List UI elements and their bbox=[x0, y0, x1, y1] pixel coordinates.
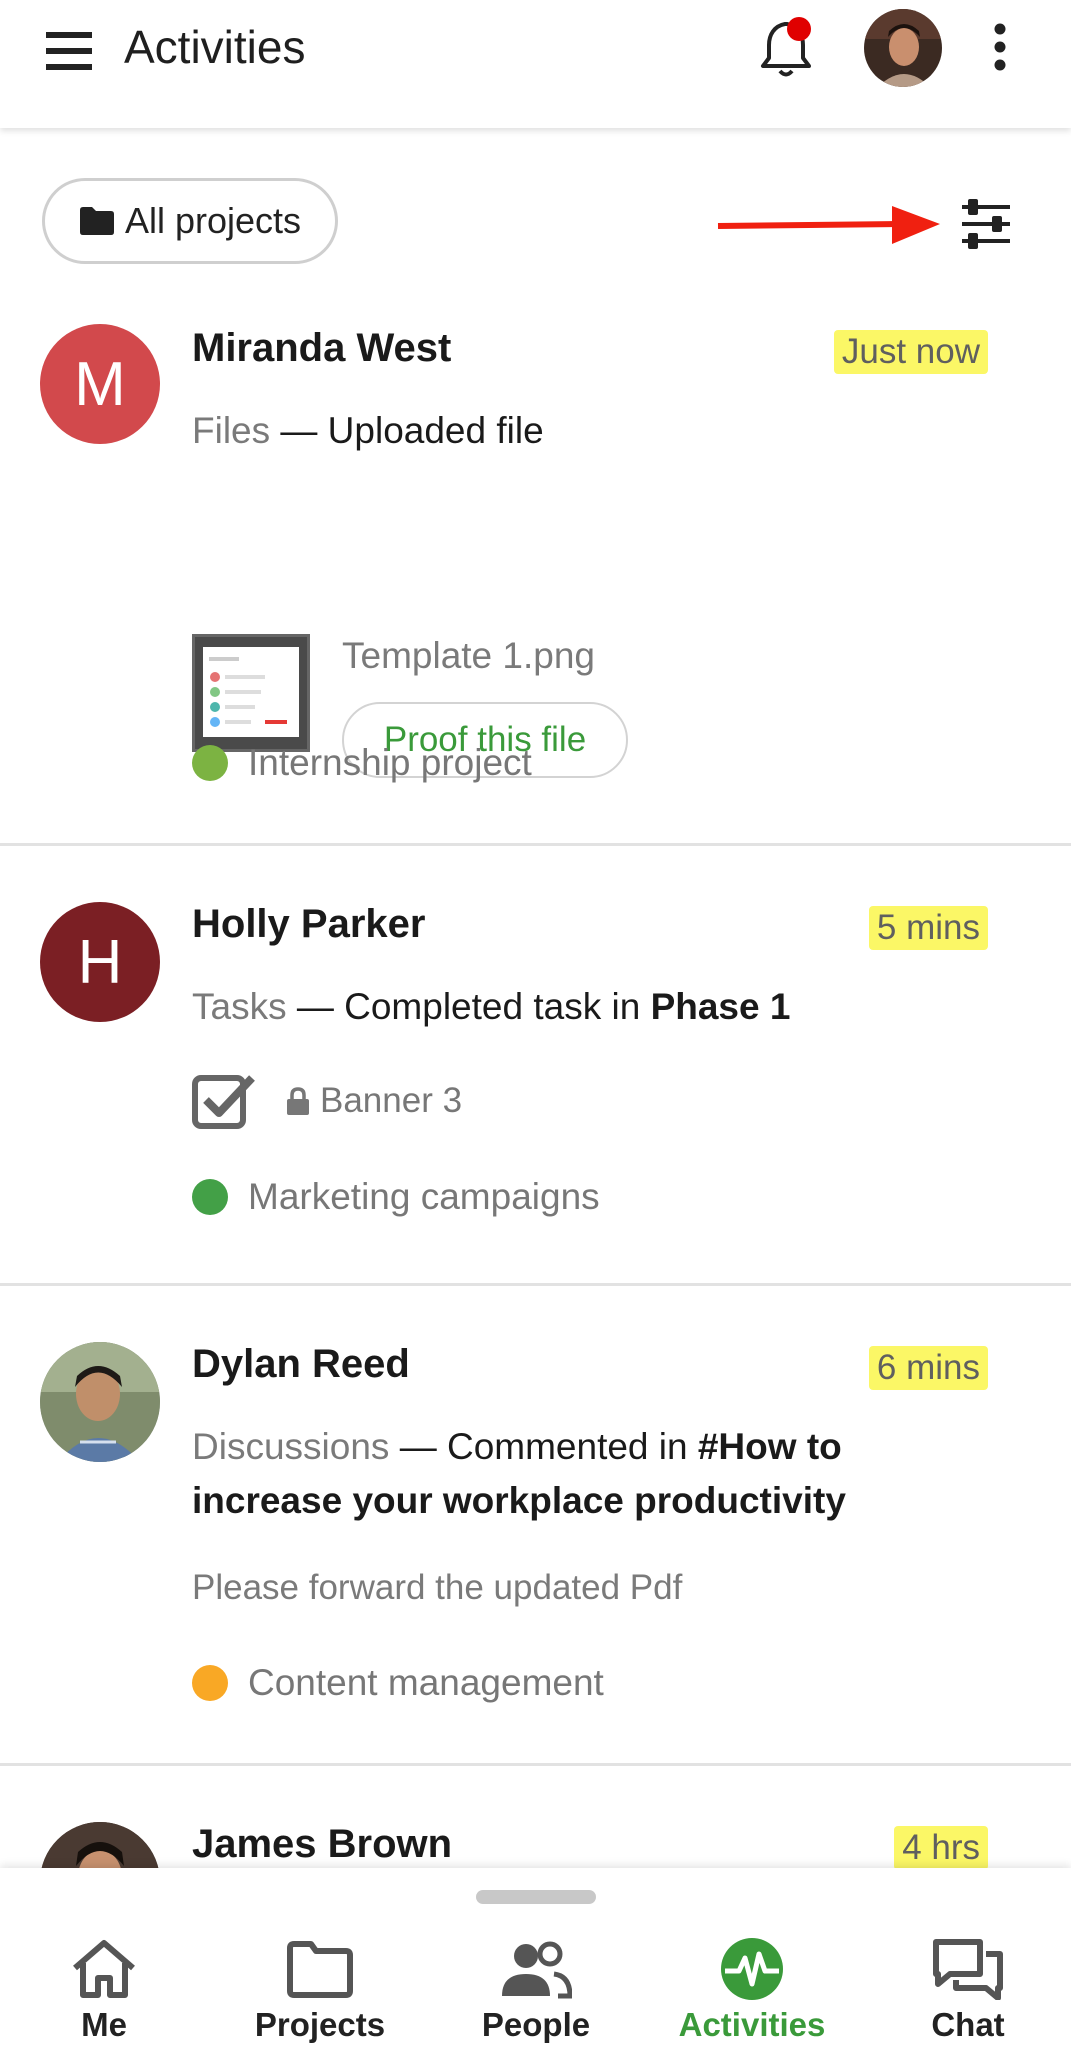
activity-description: Tasks — Completed task in Phase 1 bbox=[192, 980, 932, 1034]
user-name[interactable]: Miranda West bbox=[192, 326, 451, 371]
action-text: — Completed task in bbox=[296, 986, 641, 1027]
project-tag[interactable]: Internship project bbox=[192, 742, 532, 784]
nav-item-projects[interactable]: Projects bbox=[230, 1938, 410, 2044]
avatar-initial: H bbox=[77, 927, 123, 997]
more-options-icon[interactable] bbox=[988, 22, 1012, 72]
file-thumbnail[interactable] bbox=[192, 634, 310, 752]
action-text: — Uploaded file bbox=[280, 410, 544, 451]
checkbox-checked-icon bbox=[192, 1075, 255, 1129]
nav-item-chat[interactable]: Chat bbox=[878, 1938, 1058, 2044]
activity-card[interactable]: Dylan Reed 6 mins Discussions — Commente… bbox=[0, 1286, 1071, 1766]
project-color-dot bbox=[192, 1179, 228, 1215]
activity-card[interactable]: M Miranda West Just now Files — Uploaded… bbox=[0, 290, 1071, 846]
project-tag[interactable]: Content management bbox=[192, 1662, 604, 1704]
filter-row: All projects bbox=[0, 150, 1071, 270]
avatar bbox=[40, 1342, 160, 1462]
project-color-dot bbox=[192, 745, 228, 781]
user-name[interactable]: Dylan Reed bbox=[192, 1342, 410, 1387]
notification-bell-icon[interactable] bbox=[752, 10, 824, 82]
avatar: M bbox=[40, 324, 160, 444]
hamburger-menu-icon[interactable] bbox=[46, 30, 94, 72]
project-name: Marketing campaigns bbox=[248, 1176, 600, 1217]
red-arrow-annotation bbox=[717, 206, 940, 244]
nav-item-people[interactable]: People bbox=[446, 1938, 626, 2044]
activity-description: Discussions — Commented in #How to incre… bbox=[192, 1420, 932, 1528]
comment-text: Please forward the updated Pdf bbox=[192, 1568, 683, 1607]
module-name: Tasks bbox=[192, 986, 287, 1027]
task-list-name[interactable]: Phase 1 bbox=[651, 986, 791, 1027]
user-avatar[interactable] bbox=[864, 9, 942, 87]
activity-pulse-icon bbox=[721, 1938, 783, 2000]
nav-label: Projects bbox=[254, 2006, 386, 2043]
timestamp-badge: 5 mins bbox=[868, 906, 988, 950]
nav-item-activities[interactable]: Activities bbox=[662, 1938, 842, 2044]
module-name: Discussions bbox=[192, 1426, 390, 1467]
people-icon bbox=[502, 1941, 572, 1999]
project-name: Content management bbox=[248, 1662, 604, 1703]
timestamp-badge: 4 hrs bbox=[894, 1826, 988, 1870]
avatar-initial: M bbox=[74, 349, 126, 419]
timestamp-badge: Just now bbox=[833, 330, 988, 374]
module-name: Files bbox=[192, 410, 271, 451]
activity-card[interactable]: H Holly Parker 5 mins Tasks — Completed … bbox=[0, 846, 1071, 1286]
file-name[interactable]: Template 1.png bbox=[342, 635, 595, 677]
project-color-dot bbox=[192, 1665, 228, 1701]
user-name[interactable]: Holly Parker bbox=[192, 902, 425, 947]
folder-icon bbox=[79, 207, 114, 235]
lock-icon bbox=[287, 1087, 309, 1115]
app-bar: Activities bbox=[0, 0, 1071, 128]
project-name: Internship project bbox=[248, 742, 532, 783]
nav-label: Me bbox=[81, 2006, 127, 2043]
folder-icon bbox=[287, 1941, 353, 1998]
all-projects-button[interactable]: All projects bbox=[42, 178, 338, 264]
project-tag[interactable]: Marketing campaigns bbox=[192, 1176, 600, 1218]
page-title: Activities bbox=[124, 21, 306, 73]
all-projects-label: All projects bbox=[124, 200, 302, 241]
home-icon bbox=[73, 1940, 135, 1998]
nav-item-me[interactable]: Me bbox=[14, 1938, 194, 2044]
activity-description: Files — Uploaded file bbox=[192, 404, 932, 458]
task-item[interactable]: Banner 3 bbox=[192, 1072, 462, 1130]
timestamp-badge: 6 mins bbox=[868, 1346, 988, 1390]
chat-icon bbox=[933, 1939, 1003, 2000]
action-text: — Commented in bbox=[399, 1426, 688, 1467]
filter-sliders-icon[interactable] bbox=[958, 196, 1014, 252]
drag-handle[interactable] bbox=[476, 1890, 596, 1904]
avatar: H bbox=[40, 902, 160, 1022]
nav-label: People bbox=[481, 2006, 591, 2043]
nav-label: Activities bbox=[678, 2006, 826, 2043]
task-name: Banner 3 bbox=[320, 1081, 463, 1120]
nav-label: Chat bbox=[931, 2006, 1005, 2043]
user-name[interactable]: James Brown bbox=[192, 1822, 452, 1867]
